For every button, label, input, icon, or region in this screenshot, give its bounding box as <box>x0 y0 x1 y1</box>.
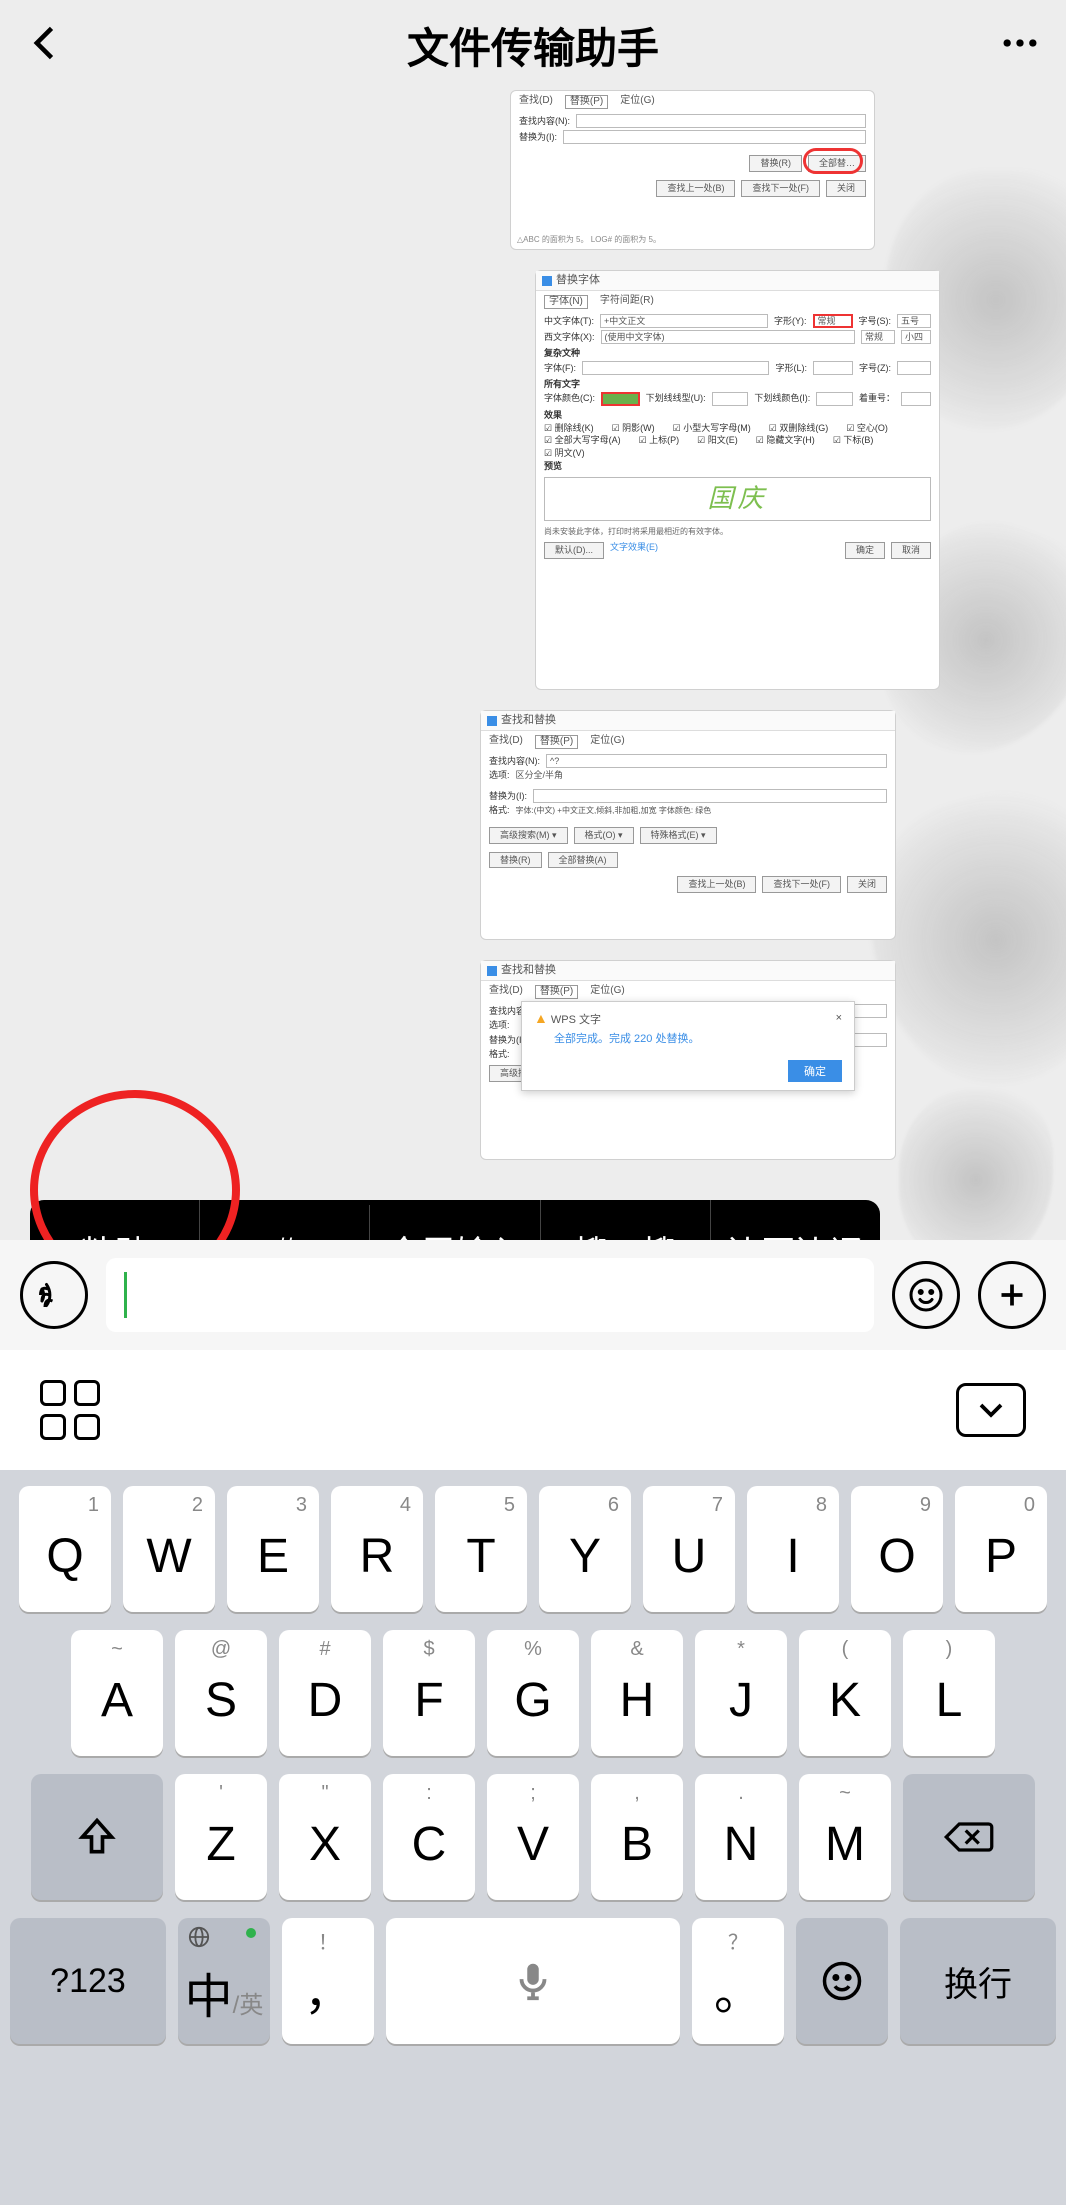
text-context-menu: 粘贴 # 全屏输入 搜一搜 边写边译 <box>30 1200 880 1240</box>
message-text-input[interactable] <box>106 1258 874 1332</box>
chat-image-4[interactable]: 查找和替换 查找(D)替换(P)定位(G) 查找内容(N): 选项: 替换为(I… <box>480 960 896 1160</box>
key-x[interactable]: "X <box>279 1774 371 1900</box>
key-t[interactable]: 5T <box>435 1486 527 1612</box>
key-p[interactable]: 0P <box>955 1486 1047 1612</box>
key-f[interactable]: $F <box>383 1630 475 1756</box>
chat-image-3[interactable]: 查找和替换 查找(D)替换(P)定位(G) 查找内容(N):^? 选项:区分全/… <box>480 710 896 940</box>
key-s[interactable]: @S <box>175 1630 267 1756</box>
menu-fullscreen-input[interactable]: 全屏输入 <box>370 1200 540 1241</box>
chat-header: 文件传输助手 <box>0 0 1066 90</box>
key-u[interactable]: 7U <box>643 1486 735 1612</box>
key-j[interactable]: *J <box>695 1630 787 1756</box>
btn-replace: 替换(R) <box>749 155 802 172</box>
back-icon[interactable] <box>24 21 68 70</box>
emoji-key[interactable] <box>796 1918 888 2044</box>
key-l[interactable]: )L <box>903 1630 995 1756</box>
period-key[interactable]: ？。 <box>692 1918 784 2044</box>
key-a[interactable]: ~A <box>71 1630 163 1756</box>
chat-image-1[interactable]: 查找(D)替换(P)定位(G) 查找内容(N): 替换为(I): 替换(R) 全… <box>510 90 875 250</box>
voice-input-icon[interactable] <box>20 1261 88 1329</box>
chat-area[interactable]: 查找(D)替换(P)定位(G) 查找内容(N): 替换为(I): 替换(R) 全… <box>0 90 1066 1240</box>
keyboard-apps-icon[interactable] <box>40 1380 100 1440</box>
key-k[interactable]: (K <box>799 1630 891 1756</box>
more-icon[interactable] <box>998 21 1042 70</box>
key-v[interactable]: ;V <box>487 1774 579 1900</box>
keyboard-suggestion-bar <box>0 1350 1066 1470</box>
menu-paste[interactable]: 粘贴 <box>30 1200 200 1241</box>
key-n[interactable]: .N <box>695 1774 787 1900</box>
mode-switch-key[interactable]: ?123 <box>10 1918 166 2044</box>
wps-alert: ▲ WPS 文字× 全部完成。完成 220 处替换。 确定 <box>521 1001 855 1091</box>
key-h[interactable]: &H <box>591 1630 683 1756</box>
chat-image-2[interactable]: 替换字体 字体(N)字符间距(R) 中文字体(T):+中文正文 字形(Y):常规… <box>535 270 940 690</box>
comma-key[interactable]: ！， <box>282 1918 374 2044</box>
message-input-bar <box>0 1240 1066 1350</box>
globe-indicator <box>246 1928 256 1938</box>
smudge <box>899 1089 1053 1240</box>
key-i[interactable]: 8I <box>747 1486 839 1612</box>
key-c[interactable]: :C <box>383 1774 475 1900</box>
chat-title: 文件传输助手 <box>68 15 998 76</box>
backspace-key[interactable] <box>903 1774 1035 1900</box>
plus-icon[interactable] <box>978 1261 1046 1329</box>
close-icon: × <box>836 1012 842 1025</box>
virtual-keyboard: 1Q2W3E4R5T6Y7U8I9O0P ~A@S#D$F%G&H*J(K)L … <box>0 1470 1066 2205</box>
key-e[interactable]: 3E <box>227 1486 319 1612</box>
key-y[interactable]: 6Y <box>539 1486 631 1612</box>
key-d[interactable]: #D <box>279 1630 371 1756</box>
font-preview: 国庆 <box>544 477 931 521</box>
space-key[interactable] <box>386 1918 680 2044</box>
key-g[interactable]: %G <box>487 1630 579 1756</box>
key-q[interactable]: 1Q <box>19 1486 111 1612</box>
text-cursor <box>124 1272 127 1318</box>
key-o[interactable]: 9O <box>851 1486 943 1612</box>
key-w[interactable]: 2W <box>123 1486 215 1612</box>
enter-key[interactable]: 换行 <box>900 1918 1056 2044</box>
keyboard-collapse-icon[interactable] <box>956 1383 1026 1437</box>
wps-ok-button: 确定 <box>788 1060 842 1082</box>
shift-key[interactable] <box>31 1774 163 1900</box>
key-z[interactable]: 'Z <box>175 1774 267 1900</box>
emoji-icon[interactable] <box>892 1261 960 1329</box>
menu-hash[interactable]: # <box>200 1205 370 1241</box>
btn-replace-all: 全部替… <box>808 155 866 172</box>
key-r[interactable]: 4R <box>331 1486 423 1612</box>
menu-search[interactable]: 搜一搜 <box>541 1200 711 1241</box>
menu-translate[interactable]: 边写边译 <box>711 1200 880 1241</box>
key-b[interactable]: ,B <box>591 1774 683 1900</box>
key-m[interactable]: ~M <box>799 1774 891 1900</box>
language-key[interactable]: 中/英 <box>178 1918 270 2044</box>
